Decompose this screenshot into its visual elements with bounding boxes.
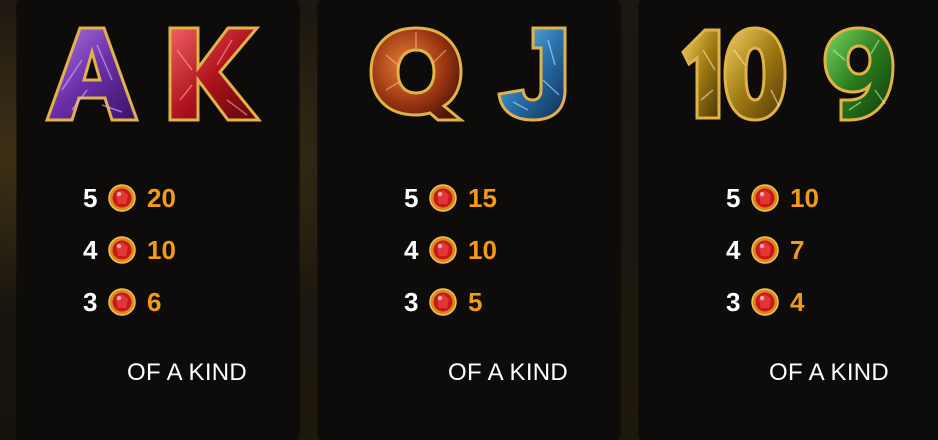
pay-row: 5 15 [404,172,497,224]
symbol-count: 5 [404,183,419,213]
symbol-pair [17,20,299,130]
payout-amount: 6 [147,287,162,317]
payout-amount: 7 [790,235,805,265]
of-a-kind-label: OF A KIND [448,359,569,386]
payout-amount: 10 [147,235,176,265]
pay-row: 3 5 [404,276,497,328]
payout-amount: 15 [468,183,497,213]
coin-gem-icon [751,236,779,264]
pay-row: 4 7 [726,224,819,276]
paytable-panel-10-9: 5 10 4 7 3 4 OF A KIND [639,0,938,440]
of-a-kind-label: OF A KIND [769,359,890,386]
coin-gem-icon [751,288,779,316]
paytable-panel-q-j: 5 15 4 10 3 5 OF A KIND [318,0,620,440]
pay-row: 3 6 [83,276,176,328]
pay-row: 5 20 [83,172,176,224]
symbol-count: 5 [83,183,98,213]
payout-amount: 10 [790,183,819,213]
pay-row: 3 4 [726,276,819,328]
payout-amount: 10 [468,235,497,265]
coin-gem-icon [429,236,457,264]
purple-gem-letter-a-icon [44,26,140,122]
red-gem-letter-k-icon [168,26,262,122]
pay-row: 5 10 [726,172,819,224]
payout-amount: 5 [468,287,483,317]
coin-gem-icon [108,236,136,264]
symbol-count: 3 [83,287,98,317]
pay-row: 4 10 [83,224,176,276]
coin-gem-icon [429,184,457,212]
coin-gem-icon [429,288,457,316]
symbol-count: 4 [726,235,741,265]
coin-gem-icon [751,184,779,212]
symbol-pair [639,20,938,130]
symbol-count: 5 [726,183,741,213]
pay-table: 5 20 4 10 3 6 [83,172,176,328]
of-a-kind-label: OF A KIND [127,359,248,386]
coin-gem-icon [108,184,136,212]
green-gem-number-9-icon [823,26,895,122]
symbol-count: 4 [404,235,419,265]
pay-table: 5 10 4 7 3 4 [726,172,819,328]
paytable: 5 20 4 10 3 6 OF A KIND 5 15 4 10 3 5 OF… [0,0,938,440]
symbol-count: 4 [83,235,98,265]
symbol-count: 3 [404,287,419,317]
blue-gem-letter-j-icon [497,26,567,122]
pay-row: 4 10 [404,224,497,276]
paytable-panel-a-k: 5 20 4 10 3 6 OF A KIND [17,0,299,440]
orange-gem-letter-q-icon [369,26,466,122]
pay-table: 5 15 4 10 3 5 [404,172,497,328]
coin-gem-icon [108,288,136,316]
payout-amount: 20 [147,183,176,213]
gold-gem-number-10-icon [681,26,787,122]
payout-amount: 4 [790,287,805,317]
symbol-count: 3 [726,287,741,317]
symbol-pair [318,20,620,130]
